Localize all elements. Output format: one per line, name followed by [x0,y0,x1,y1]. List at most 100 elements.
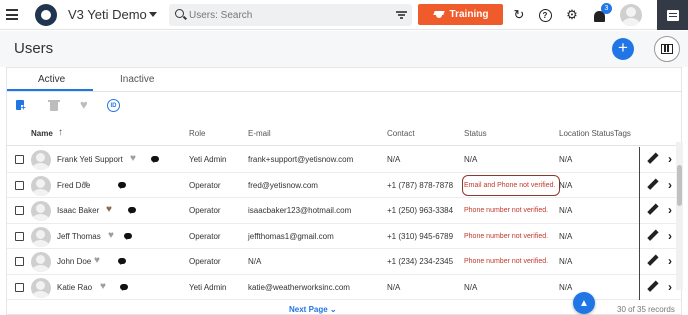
heart-icon[interactable]: ♥ [130,153,136,164]
help-icon[interactable]: ? [537,7,553,23]
user-contact: N/A [387,155,401,164]
table-row[interactable]: Jeff Thomas ♥ Operator jeffthomas1@gmail.co… [7,223,681,249]
pencil-icon[interactable] [647,179,658,190]
training-button[interactable]: Training [418,4,503,25]
menu-icon[interactable] [6,9,18,20]
avatar [31,175,51,196]
users-card: Active Inactive + ♥ ID Name ↑ Role E-mai… [6,67,682,315]
pencil-icon[interactable] [647,281,658,292]
chevron-right-icon[interactable]: › [668,152,672,166]
chat-icon[interactable] [118,258,126,264]
row-checkbox[interactable] [15,155,24,164]
user-location-status: N/A [559,180,573,190]
user-name[interactable]: Isaac Baker [57,206,99,215]
table-row[interactable]: Frank Yeti Support ♥ Yeti Admin frank+suppo… [7,147,681,173]
row-checkbox[interactable] [15,231,24,241]
export-icon[interactable]: + [15,99,27,112]
pencil-icon[interactable] [647,230,658,241]
badge-icon[interactable]: ID [107,99,120,112]
arrow-up-icon: ▲ [579,297,589,309]
chevron-down-icon[interactable] [149,12,157,17]
search-input[interactable] [189,6,379,24]
chat-icon[interactable] [118,181,126,188]
chevron-right-icon[interactable]: › [668,203,672,217]
user-avatar[interactable] [620,4,642,26]
user-contact: N/A [387,282,401,292]
status-highlight [462,174,560,196]
chevron-right-icon[interactable]: › [668,229,672,243]
avatar [31,226,51,247]
table-row[interactable]: Isaac Baker ♥ Operator isaacbaker123@hotmai… [7,198,681,224]
tab-bar: Active Inactive [7,68,681,92]
chat-icon[interactable] [124,232,132,239]
chat-icon [666,9,679,21]
avatar [31,201,51,221]
heart-icon[interactable]: ♥ [108,230,114,241]
user-name[interactable]: Katie Rao [57,283,92,292]
user-name[interactable]: Frank Yeti Support [57,155,123,164]
chat-button[interactable] [657,0,688,30]
user-contact: +1 (250) 963-3384 [387,206,454,215]
chat-icon[interactable] [128,207,136,213]
table-row[interactable]: Fred Doe ♥ Operator fred@yetisnow.com +1 (78… [7,172,681,198]
user-contact: +1 (234) 234-2345 [387,257,454,266]
row-checkbox[interactable] [15,282,24,292]
heart-icon[interactable]: ♥ [100,281,106,292]
row-checkbox[interactable] [15,257,24,266]
pencil-icon[interactable] [647,204,658,215]
user-location-status: N/A [559,257,573,266]
tab-inactive[interactable]: Inactive [120,74,154,85]
scroll-top-button[interactable]: ▲ [573,292,595,314]
column-status[interactable]: Status [464,129,487,138]
column-role[interactable]: Role [189,129,205,138]
pencil-icon[interactable] [647,255,658,266]
column-name[interactable]: Name [31,129,53,138]
heart-icon[interactable]: ♥ [94,255,100,266]
user-name[interactable]: Jeff Thomas [57,232,101,241]
app-logo[interactable] [35,4,57,26]
column-email[interactable]: E-mail [248,129,271,138]
chevron-right-icon[interactable]: › [668,178,672,192]
chat-icon[interactable] [151,156,159,162]
user-status: Phone number not verified. [464,258,549,265]
user-location-status: N/A [559,282,573,292]
actions-divider [639,249,640,275]
heart-icon[interactable]: ♥ [106,204,112,215]
column-tags[interactable]: Tags [614,129,631,138]
row-checkbox[interactable] [15,206,24,215]
user-email: katie@weatherworksinc.com [248,282,350,292]
user-name[interactable]: John Doe [57,257,91,266]
column-contact[interactable]: Contact [387,129,415,138]
arrow-up-icon[interactable]: ↑ [58,127,63,138]
filter-icon[interactable] [396,11,407,19]
actions-divider [639,172,640,198]
training-label: Training [449,9,489,20]
user-contact: +1 (787) 878-7878 [387,180,454,190]
row-checkbox[interactable] [15,180,24,190]
actions-divider [639,274,640,300]
user-contact: +1 (310) 945-6789 [387,231,454,241]
heart-icon[interactable]: ♥ [80,98,92,111]
app-title[interactable]: V3 Yeti Demo [68,7,147,22]
avatar [31,150,51,170]
add-user-button[interactable]: + [612,38,634,60]
chat-icon[interactable] [120,283,128,290]
actions-divider [639,147,640,173]
view-toggle-button[interactable] [654,36,680,62]
table-row[interactable]: John Doe ♥ Operator N/A +1 (234) 234-2345 Pho… [7,249,681,275]
grid-icon [661,44,673,54]
notification-badge: 3 [601,3,612,14]
user-status: Phone number not verified. [464,207,549,214]
top-bar: V3 Yeti Demo Training ↻ ? ⚙ 3 [0,0,688,30]
next-page-link[interactable]: Next Page ⌄ [289,305,337,314]
gear-icon[interactable]: ⚙ [564,7,580,23]
chevron-right-icon[interactable]: › [668,254,672,268]
heart-icon[interactable]: ♥ [82,179,88,190]
tab-active[interactable]: Active [38,74,65,85]
refresh-icon[interactable]: ↻ [511,7,527,23]
trash-icon[interactable] [48,99,60,111]
chevron-right-icon[interactable]: › [668,280,672,294]
column-location-status[interactable]: Location Status [559,129,614,138]
scrollbar-thumb[interactable] [677,165,682,206]
pencil-icon[interactable] [647,153,658,164]
